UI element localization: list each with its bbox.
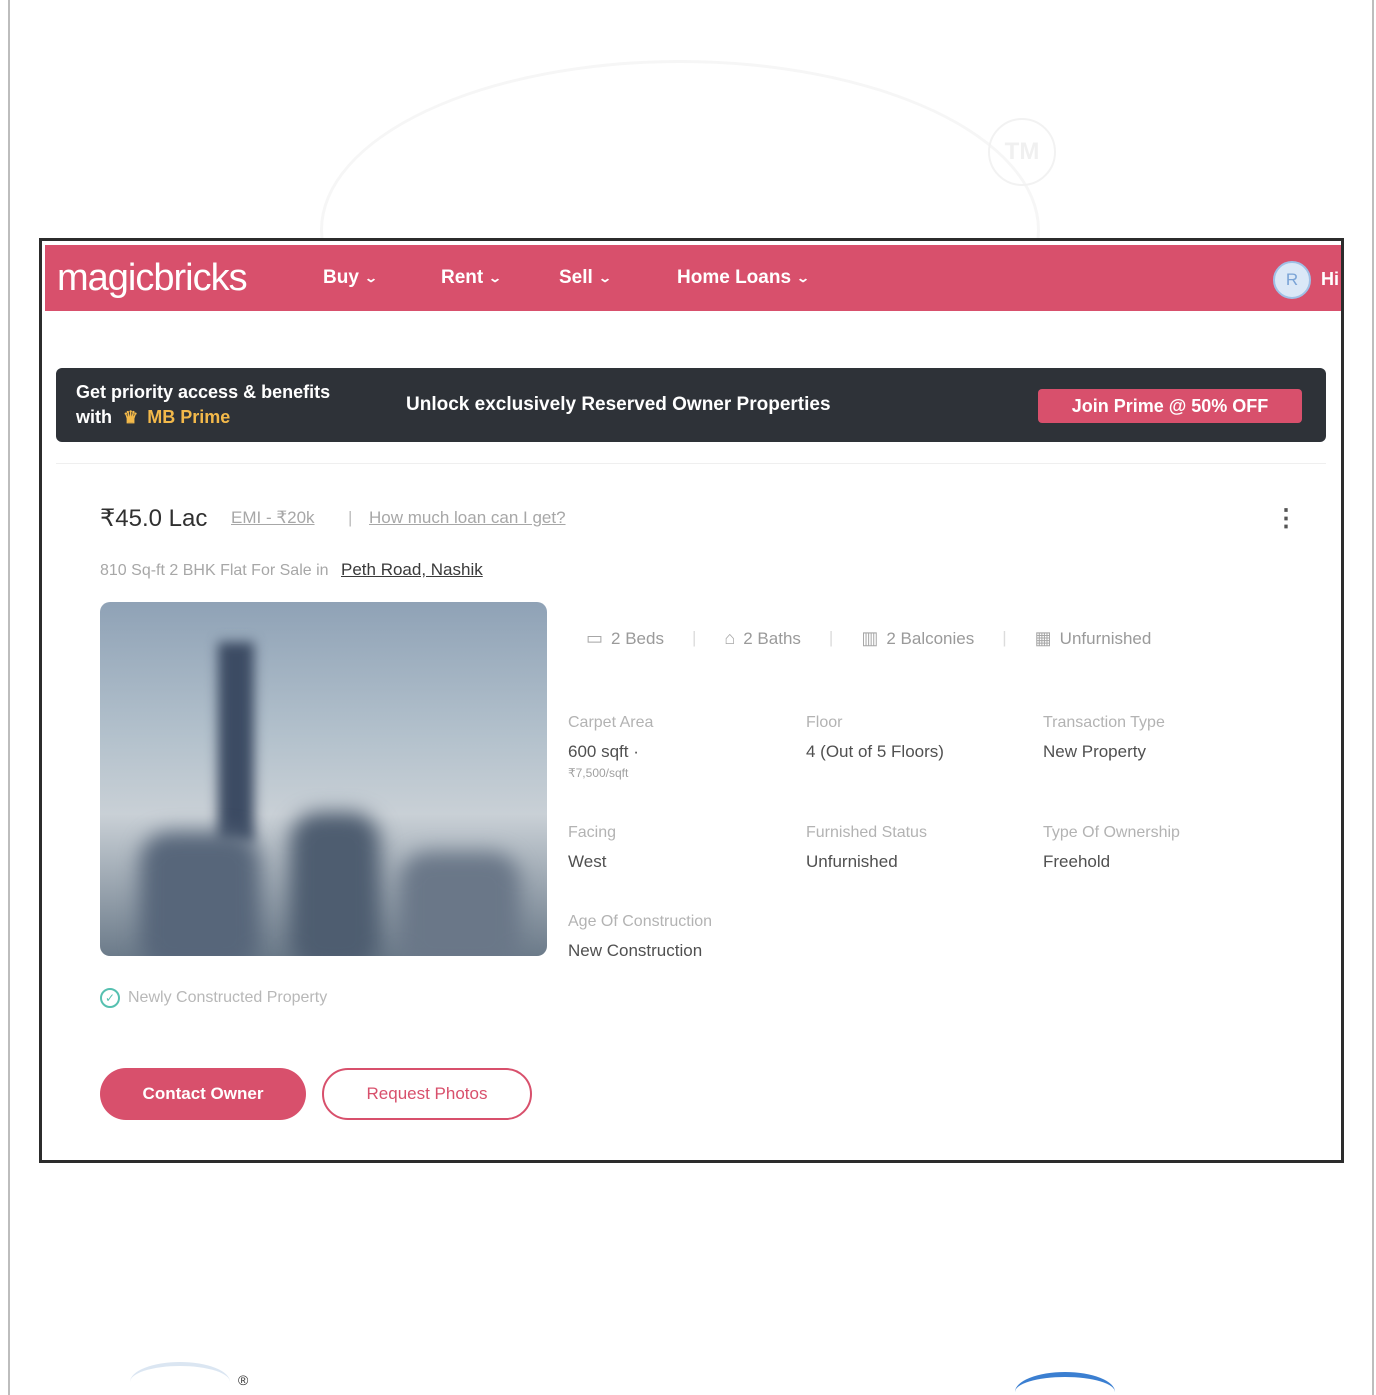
detail-label: Type Of Ownership — [1043, 824, 1180, 841]
detail-facing: Facing West — [568, 824, 798, 872]
detail-label: Age Of Construction — [568, 913, 713, 930]
crown-icon: ♛ — [123, 408, 139, 427]
property-photo[interactable] — [100, 602, 547, 956]
detail-label: Carpet Area — [568, 714, 654, 731]
detail-price-per-sqft: ₹7,500/sqft — [568, 766, 629, 780]
prime-banner: Get priority access & benefits with ♛ MB… — [56, 368, 1326, 442]
detail-furnished-status: Furnished Status Unfurnished — [806, 824, 1036, 872]
summary-beds-label: 2 Beds — [611, 628, 664, 648]
user-avatar[interactable]: R — [1273, 261, 1311, 299]
detail-ownership: Type Of Ownership Freehold — [1043, 824, 1273, 872]
prime-banner-line1: Get priority access & benefits — [76, 382, 331, 402]
photo-building — [140, 832, 260, 956]
registered-mark: ® — [238, 1372, 249, 1388]
detail-age-of-construction: Age Of Construction New Construction — [568, 913, 798, 961]
locality-link[interactable]: Peth Road, Nashik — [341, 560, 483, 579]
more-options-icon[interactable]: ⋮ — [1274, 504, 1298, 533]
detail-value: West — [568, 852, 607, 871]
nav-buy[interactable]: Buy ⌄ — [323, 267, 378, 289]
detail-value: New Property — [1043, 742, 1146, 761]
summary-baths-label: 2 Baths — [743, 628, 801, 648]
detail-value: Unfurnished — [806, 852, 898, 871]
property-price: ₹45.0 Lac — [100, 505, 208, 532]
property-subtitle: 810 Sq-ft 2 BHK Flat For Sale in Peth Ro… — [100, 560, 483, 580]
property-card: ₹45.0 Lac EMI - ₹20k | How much loan can… — [56, 463, 1326, 1143]
request-photos-button[interactable]: Request Photos — [322, 1068, 532, 1120]
summary-divider: | — [828, 628, 834, 647]
summary-balconies: ▥ 2 Balconies — [861, 628, 974, 649]
chevron-down-icon: ⌄ — [488, 271, 503, 285]
nav-home-loans[interactable]: Home Loans ⌄ — [677, 267, 811, 289]
detail-label: Facing — [568, 824, 617, 841]
summary-divider: | — [1002, 628, 1007, 647]
chevron-down-icon: ⌄ — [796, 271, 811, 285]
emi-link[interactable]: EMI - ₹20k — [231, 508, 315, 528]
nav-buy-label: Buy — [323, 267, 359, 288]
nav-rent-label: Rent — [441, 267, 484, 288]
bottom-left-logo — [130, 1362, 230, 1395]
detail-label: Transaction Type — [1043, 714, 1165, 731]
detail-value: 600 sqft · — [568, 742, 639, 761]
user-greeting[interactable]: Hi — [1321, 269, 1339, 290]
detail-value: 4 (Out of 5 Floors) — [806, 742, 944, 761]
prime-with-text: with — [76, 407, 112, 427]
detail-floor: Floor 4 (Out of 5 Floors) — [806, 714, 1036, 762]
embedded-screenshot: magicbricks Buy ⌄ Rent ⌄ Sell ⌄ Home Loa… — [39, 238, 1344, 1163]
prime-unlock-text: Unlock exclusively Reserved Owner Proper… — [406, 394, 831, 415]
mb-prime-label: MB Prime — [147, 407, 231, 427]
summary-furnishing-label: Unfurnished — [1059, 628, 1152, 648]
chevron-down-icon: ⌄ — [597, 271, 612, 285]
navbar: magicbricks Buy ⌄ Rent ⌄ Sell ⌄ Home Loa… — [45, 245, 1341, 311]
detail-value: New Construction — [568, 941, 703, 960]
detail-transaction-type: Transaction Type New Property — [1043, 714, 1273, 762]
summary-baths: ⌂ 2 Baths — [724, 628, 801, 649]
nav-home-loans-label: Home Loans — [677, 267, 792, 288]
summary-balconies-label: 2 Balconies — [886, 628, 975, 648]
check-circle-icon: ✓ — [100, 988, 120, 1008]
join-prime-button[interactable]: Join Prime @ 50% OFF — [1038, 389, 1302, 423]
prime-banner-line2: with ♛ MB Prime — [76, 407, 230, 428]
chevron-down-icon: ⌄ — [363, 271, 378, 285]
detail-carpet-area: Carpet Area 600 sqft · ₹7,500/sqft — [568, 714, 798, 780]
bath-icon: ⌂ — [724, 628, 736, 648]
summary-furnishing: ▦ Unfurnished — [1035, 628, 1152, 649]
nav-sell-label: Sell — [559, 267, 593, 288]
detail-label: Furnished Status — [806, 824, 927, 841]
nav-rent[interactable]: Rent ⌄ — [441, 267, 503, 289]
property-type-text: 810 Sq-ft 2 BHK Flat For Sale in — [100, 562, 329, 579]
bed-icon: ▭ — [586, 628, 604, 648]
contact-owner-button[interactable]: Contact Owner — [100, 1068, 306, 1120]
summary-divider: | — [691, 628, 697, 647]
nav-sell[interactable]: Sell ⌄ — [559, 267, 612, 289]
newly-constructed-label: Newly Constructed Property — [128, 989, 328, 1006]
detail-value: Freehold — [1043, 852, 1111, 871]
property-summary: ▭ 2 Beds | ⌂ 2 Baths | ▥ 2 Balconies | ▦… — [586, 628, 1179, 649]
detail-label: Floor — [806, 714, 843, 731]
photo-building — [400, 852, 520, 956]
furnish-icon: ▦ — [1034, 628, 1052, 648]
newly-constructed-tag: ✓ Newly Constructed Property — [100, 988, 327, 1008]
photo-tower — [218, 642, 254, 842]
photo-building — [290, 812, 380, 956]
magicbricks-logo[interactable]: magicbricks — [57, 257, 307, 300]
watermark-tm-mark: TM — [988, 118, 1056, 186]
link-separator: | — [348, 508, 353, 527]
loan-eligibility-link[interactable]: How much loan can I get? — [369, 508, 566, 528]
balcony-icon: ▥ — [861, 628, 879, 648]
summary-beds: ▭ 2 Beds — [586, 628, 664, 649]
